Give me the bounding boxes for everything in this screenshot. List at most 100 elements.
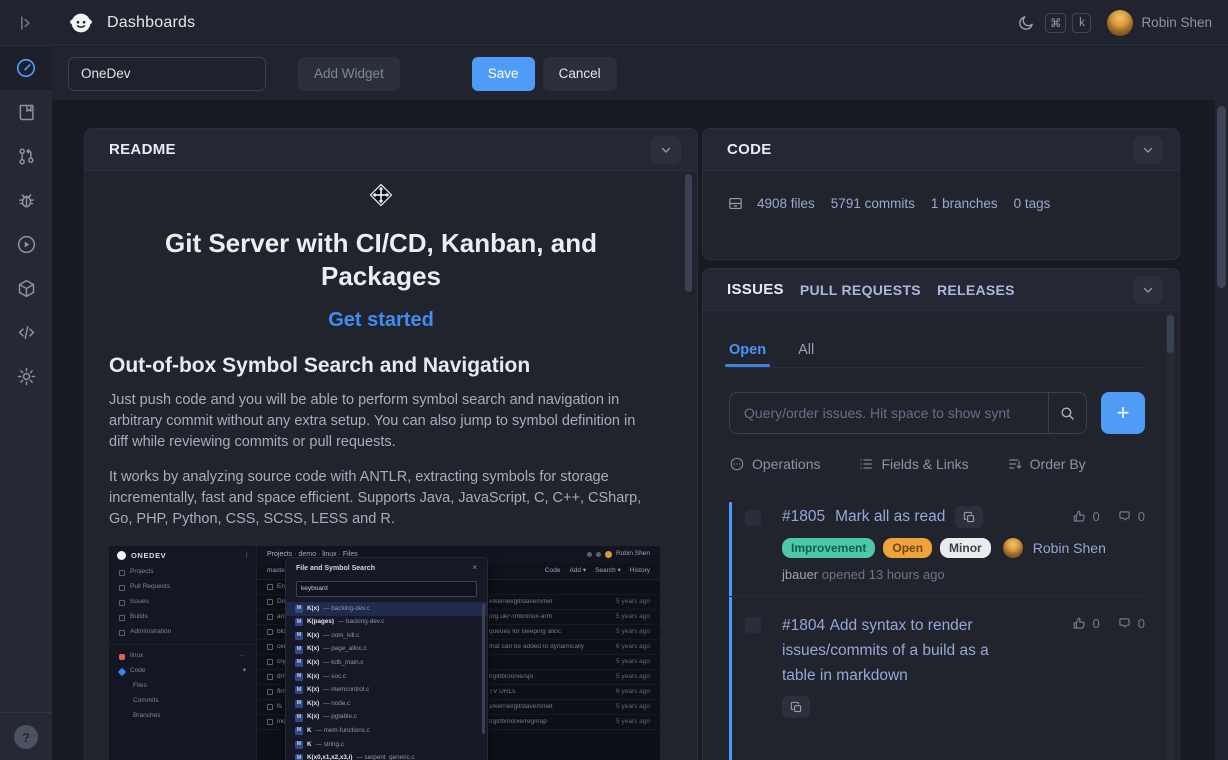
sidebar-item-issues[interactable] xyxy=(0,178,52,222)
tab-open[interactable]: Open xyxy=(729,335,766,365)
label-badge[interactable]: Improvement xyxy=(782,538,875,558)
sidebar-item-builds[interactable] xyxy=(0,222,52,266)
page-scrollbar[interactable] xyxy=(1215,100,1228,760)
files-count-link[interactable]: 4908 files xyxy=(757,196,815,211)
book-icon xyxy=(16,102,37,123)
issues-search-input[interactable] xyxy=(730,393,1048,433)
code-stats: 4908 files 5791 commits 1 branches 0 tag… xyxy=(757,196,1050,211)
cancel-button[interactable]: Cancel xyxy=(543,57,617,91)
user-avatar[interactable] xyxy=(1107,10,1133,36)
priority-badge[interactable]: Minor xyxy=(940,538,991,558)
issue-checkbox[interactable] xyxy=(745,510,761,526)
mock-caret-icon: ▾ xyxy=(243,668,246,675)
mock-project-label: linux xyxy=(130,653,235,660)
issue-badges: Improvement Open Minor Robin Shen xyxy=(782,538,1145,558)
mock-nav-label: Projects xyxy=(130,569,153,576)
comments-metric[interactable]: 0 xyxy=(1116,615,1145,632)
pull-requests-tab[interactable]: PULL REQUESTS xyxy=(800,282,921,298)
search-button[interactable] xyxy=(1048,393,1086,433)
code-widget-menu-button[interactable] xyxy=(1133,136,1163,164)
issue-number-link[interactable]: #1805 xyxy=(782,508,825,526)
mock-commit-msg: x/kernel/git/davem/net xyxy=(489,704,637,711)
mock-project-item: linux··· xyxy=(109,649,256,664)
sidebar-item-packages[interactable] xyxy=(0,266,52,310)
copy-button[interactable] xyxy=(782,696,810,718)
order-by-label: Order By xyxy=(1030,456,1086,472)
assignee-name-link[interactable]: Robin Shen xyxy=(1033,540,1106,556)
sidebar-item-projects[interactable] xyxy=(0,90,52,134)
tabs-divider xyxy=(729,367,1145,368)
mock-close-icon: × xyxy=(472,564,477,572)
tab-all[interactable]: All xyxy=(798,335,814,365)
list-icon xyxy=(858,456,874,472)
sidebar-item-administration[interactable] xyxy=(0,354,52,398)
readme-scrollbar[interactable] xyxy=(685,174,692,292)
issue-row[interactable]: #1804 Add syntax to render issues/commit… xyxy=(729,597,1145,732)
releases-tab[interactable]: RELEASES xyxy=(937,282,1015,298)
readme-widget-menu-button[interactable] xyxy=(651,136,681,164)
mock-nav-icon xyxy=(119,630,125,636)
likes-count: 0 xyxy=(1093,616,1100,631)
sidebar-item-code[interactable] xyxy=(0,310,52,354)
dashboard-content: README Git Server with CI/CD, Kanban, an… xyxy=(52,100,1228,760)
mock-commit-age: 5 years ago xyxy=(616,659,650,666)
save-button[interactable]: Save xyxy=(472,57,535,91)
assignee-avatar[interactable] xyxy=(1003,538,1023,558)
mock-code-child-label: Files xyxy=(133,683,147,690)
sidebar-item-pull-requests[interactable] xyxy=(0,134,52,178)
tags-count-link[interactable]: 0 tags xyxy=(1014,196,1051,211)
widget-drag-handle[interactable] xyxy=(109,171,653,213)
mock-commit-age: 5 years ago xyxy=(616,704,650,711)
fields-links-button[interactable]: Fields & Links xyxy=(858,456,968,472)
mock-nav-item: Pull Requests xyxy=(109,580,256,595)
issues-widget: ISSUES PULL REQUESTS RELEASES Open All xyxy=(702,268,1180,760)
state-badge[interactable]: Open xyxy=(883,538,932,558)
operations-button[interactable]: Operations xyxy=(729,456,820,472)
mock-code-child-label: Commits xyxy=(133,698,159,705)
readme-widget-body: Git Server with CI/CD, Kanban, and Packa… xyxy=(85,171,697,760)
mock-user-box: Robin Shen xyxy=(587,551,650,558)
issue-row[interactable]: #1805 Mark all as read Improvement xyxy=(729,494,1145,597)
likes-metric[interactable]: 0 xyxy=(1071,615,1100,632)
mock-avatar xyxy=(605,551,612,558)
gauge-icon xyxy=(15,57,37,79)
issues-widget-menu-button[interactable] xyxy=(1133,276,1163,304)
issue-checkbox[interactable] xyxy=(745,617,761,633)
mock-search-result: MK— string.c xyxy=(286,738,487,752)
copy-button[interactable] xyxy=(955,506,983,528)
add-issue-button[interactable]: + xyxy=(1101,392,1145,434)
mock-commit-age: 6 years ago xyxy=(616,689,650,696)
page-scrollbar-thumb[interactable] xyxy=(1217,106,1226,288)
comments-metric[interactable]: 0 xyxy=(1116,508,1145,525)
mock-code-child: Branches xyxy=(109,709,256,724)
mock-menu-history: History xyxy=(630,568,650,575)
issues-widget-header: ISSUES PULL REQUESTS RELEASES xyxy=(703,269,1179,311)
mock-search-result: MK(x)— node.c xyxy=(286,697,487,711)
play-circle-icon xyxy=(16,234,37,255)
help-icon[interactable]: ? xyxy=(14,725,38,749)
readme-screenshot-image: ONEDEV ⟨ Projects Pull Requests Issues B… xyxy=(109,546,660,760)
readme-widget: README Git Server with CI/CD, Kanban, an… xyxy=(84,128,698,760)
issues-tab[interactable]: ISSUES xyxy=(727,281,784,298)
mock-nav-label: Builds xyxy=(130,614,148,621)
issue-number-link[interactable]: #1804 xyxy=(782,617,825,634)
user-name[interactable]: Robin Shen xyxy=(1141,15,1212,30)
commits-count-link[interactable]: 5791 commits xyxy=(831,196,915,211)
likes-metric[interactable]: 0 xyxy=(1071,508,1100,525)
sidebar-footer: ? xyxy=(0,712,52,760)
mock-search-input: keyboard xyxy=(296,581,477,597)
dashboard-name-input[interactable] xyxy=(68,57,266,91)
mock-commit-msg: x/kernel/git/davem/net xyxy=(489,599,637,606)
get-started-link[interactable]: Get started xyxy=(109,309,653,332)
mock-commit-msg: t/git/broonie/regmap xyxy=(489,719,637,726)
issue-meta: jbauer opened 13 hours ago xyxy=(782,567,1145,582)
add-widget-button[interactable]: Add Widget xyxy=(298,57,400,91)
branches-count-link[interactable]: 1 branches xyxy=(931,196,998,211)
mock-onedev-logo-icon xyxy=(117,551,126,560)
issues-scrollbar[interactable] xyxy=(1167,315,1174,353)
dark-mode-toggle[interactable] xyxy=(1013,10,1039,36)
collapse-sidebar-icon[interactable] xyxy=(12,9,40,37)
order-by-button[interactable]: Order By xyxy=(1007,456,1086,472)
issue-title-link[interactable]: Mark all as read xyxy=(835,508,945,526)
sidebar-item-dashboards[interactable] xyxy=(0,46,52,90)
